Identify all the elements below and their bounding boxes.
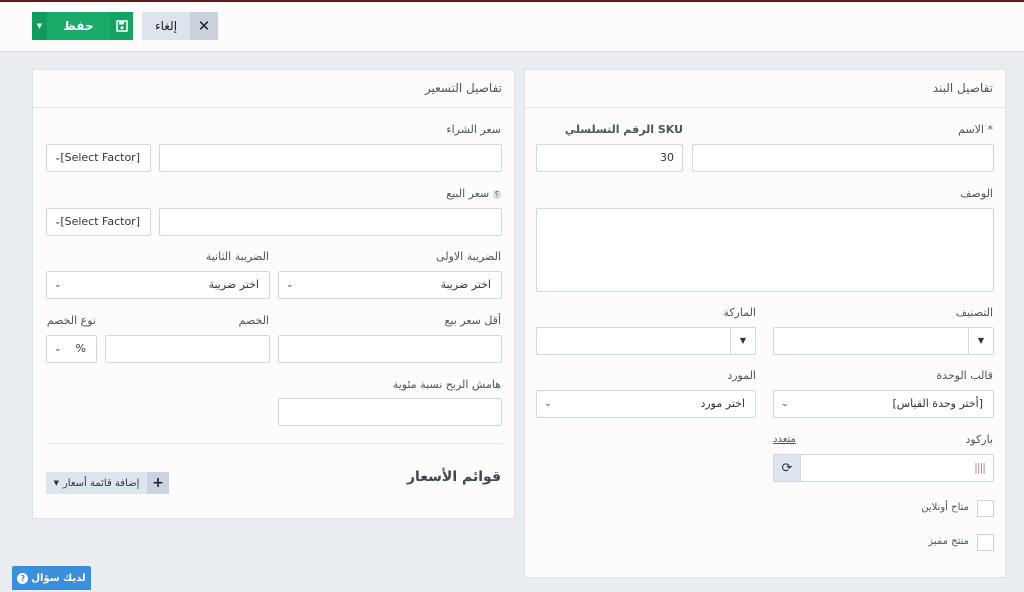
barcode-input[interactable]: |||| xyxy=(800,454,994,482)
supplier-label: المورد xyxy=(727,369,756,382)
caret-down-icon: ▼ xyxy=(36,22,43,30)
min-price-label: أقل سعر بيع xyxy=(444,314,501,327)
brand-select[interactable]: ▼ xyxy=(536,327,756,355)
chevron-down-icon: ⌄ xyxy=(544,399,552,409)
unit-template-select[interactable]: [أختر وحدة القياس] ⌄ xyxy=(773,390,994,418)
barcode-icon: |||| xyxy=(974,461,986,474)
available-online-label: متاح أونلاين xyxy=(921,502,969,513)
selected-value: [Select Factor] xyxy=(60,151,140,164)
help-button[interactable]: ? لديك سؤال xyxy=(12,566,91,590)
category-label: التصنيف xyxy=(955,306,993,319)
chevron-down-icon: ⌄ xyxy=(54,280,62,290)
help-label: لديك سؤال xyxy=(31,572,86,584)
sale-price-label: سعر البيع ؟ xyxy=(446,187,501,200)
help-badge-icon[interactable]: ؟ xyxy=(492,190,501,199)
purchase-factor-select[interactable]: [Select Factor] ⌄ xyxy=(46,144,151,172)
supplier-select[interactable]: اختر مورد ⌄ xyxy=(536,390,756,418)
add-price-list-label: إضافة قائمة أسعار xyxy=(62,477,140,489)
selected-value: % xyxy=(75,342,86,355)
selected-value: اختر ضريبة xyxy=(440,278,491,291)
tax2-select[interactable]: اختر ضريبة ⌄ xyxy=(46,271,270,299)
margin-input[interactable] xyxy=(278,398,502,426)
chevron-down-icon: ⌄ xyxy=(781,399,789,409)
description-textarea[interactable] xyxy=(536,208,994,292)
cancel-label: إلغاء xyxy=(154,19,178,33)
caret-down-icon: ▼ xyxy=(53,479,59,487)
selected-value: اختر مورد xyxy=(700,397,745,410)
description-label: الوصف xyxy=(960,187,993,200)
sku-input[interactable]: 30 xyxy=(536,144,683,172)
caret-down-icon: ▼ xyxy=(730,328,755,354)
tax1-select[interactable]: اختر ضريبة ⌄ xyxy=(278,271,502,299)
save-label: حفظ xyxy=(63,19,94,33)
floppy-disk-icon xyxy=(115,20,128,32)
featured-product-checkbox[interactable] xyxy=(977,534,994,551)
min-price-input[interactable] xyxy=(278,335,502,363)
plus-icon: + xyxy=(152,475,164,491)
save-button[interactable]: حفظ xyxy=(47,12,110,40)
unit-template-label: قالب الوحدة xyxy=(936,369,993,382)
name-input[interactable] xyxy=(692,144,994,172)
caret-down-icon: ▼ xyxy=(968,328,993,354)
chevron-down-icon: ⌄ xyxy=(54,344,62,354)
sku-label: الرقم التسلسلي SKU xyxy=(564,123,683,136)
discount-input[interactable] xyxy=(105,335,270,363)
price-lists-title: قوائم الأسعار xyxy=(406,469,501,485)
purchase-price-label: سعر الشراء xyxy=(446,123,501,136)
refresh-icon: ⟳ xyxy=(781,460,793,476)
sale-factor-select[interactable]: [Select Factor] ⌄ xyxy=(46,208,151,236)
save-dropdown-button[interactable]: ▼ xyxy=(32,12,47,40)
selected-value: [Select Factor] xyxy=(60,215,140,228)
chevron-down-icon: ⌄ xyxy=(286,280,294,290)
selected-value: اختر ضريبة xyxy=(208,278,259,291)
question-circle-icon: ? xyxy=(17,572,29,584)
chevron-down-icon: ⌄ xyxy=(54,217,62,227)
add-price-list-dropdown[interactable]: ▼ إضافة قائمة أسعار xyxy=(46,472,147,494)
margin-label: هامش الربح نسبة مئوية xyxy=(392,378,501,391)
discount-type-select[interactable]: % ⌄ xyxy=(46,335,97,363)
barcode-label: باركود xyxy=(965,433,993,446)
purchase-price-input[interactable] xyxy=(159,144,502,172)
brand-label: الماركة xyxy=(723,306,756,319)
close-icon: ✕ xyxy=(197,17,211,35)
save-icon-button[interactable] xyxy=(110,12,133,40)
cancel-icon-button[interactable]: ✕ xyxy=(190,12,218,40)
name-label: الاسم * xyxy=(958,123,993,136)
sale-price-input[interactable] xyxy=(159,208,502,236)
discount-label: الخصم xyxy=(238,314,269,327)
category-select[interactable]: ▼ xyxy=(773,327,994,355)
featured-product-label: منتج مميز xyxy=(928,536,969,547)
panel-title: تفاصيل البند xyxy=(525,70,1005,108)
available-online-checkbox[interactable] xyxy=(977,500,994,517)
chevron-down-icon: ⌄ xyxy=(54,153,62,163)
generate-barcode-button[interactable]: ⟳ xyxy=(773,454,801,482)
panel-title: تفاصيل التسعير xyxy=(33,70,514,108)
multiple-barcode-link[interactable]: متعدد xyxy=(773,434,796,445)
tax1-label: الضريبة الاولى xyxy=(436,250,501,263)
tax2-label: الضريبة الثانية xyxy=(205,250,269,263)
add-price-list-button[interactable]: + xyxy=(147,472,169,494)
cancel-button[interactable]: إلغاء xyxy=(142,12,190,40)
divider xyxy=(46,443,502,444)
discount-type-label: نوع الخصم xyxy=(46,314,96,327)
selected-value: [أختر وحدة القياس] xyxy=(892,397,983,410)
